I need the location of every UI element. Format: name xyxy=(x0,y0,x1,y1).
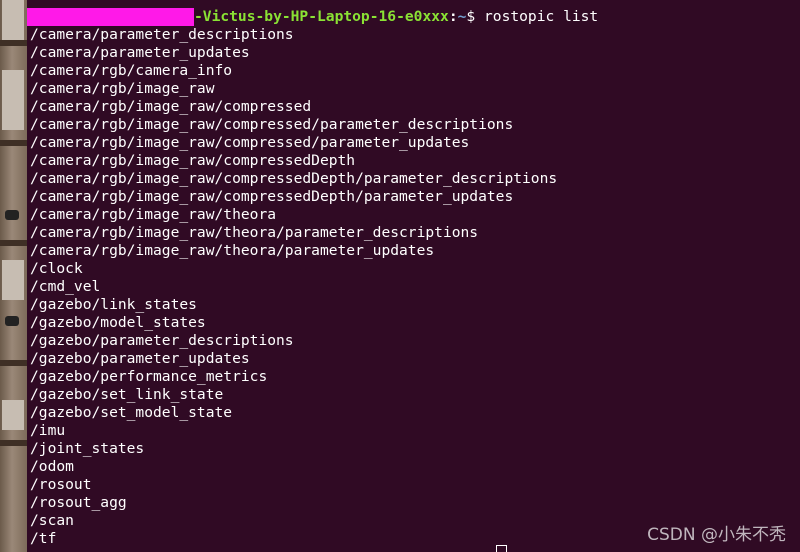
redacted-username xyxy=(27,8,194,26)
output-line: /camera/rgb/image_raw/compressedDepth xyxy=(30,152,356,169)
output-line: /camera/rgb/image_raw/theora/parameter_d… xyxy=(30,224,479,241)
prompt-line: -Victus-by-HP-Laptop-16-e0xxx:~$ rostopi… xyxy=(27,8,599,26)
terminal-cursor xyxy=(496,545,507,552)
prompt-separator: : xyxy=(448,8,458,25)
output-line: /imu xyxy=(30,422,66,439)
output-line: /camera/rgb/image_raw xyxy=(30,80,215,97)
output-line: /gazebo/model_states xyxy=(30,314,206,331)
terminal-window[interactable]: -Victus-by-HP-Laptop-16-e0xxx:~$ rostopi… xyxy=(27,0,800,552)
output-line: /camera/rgb/camera_info xyxy=(30,62,233,79)
output-line: /gazebo/link_states xyxy=(30,296,197,313)
output-line: /rosout_agg xyxy=(30,494,127,511)
output-line: /joint_states xyxy=(30,440,145,457)
output-line: /camera/rgb/image_raw/compressed xyxy=(30,98,312,115)
output-line: /camera/parameter_updates xyxy=(30,44,250,61)
prompt-symbol: $ xyxy=(466,8,476,25)
output-line: /cmd_vel xyxy=(30,278,101,295)
output-line: /camera/rgb/image_raw/compressedDepth/pa… xyxy=(30,188,514,205)
prompt-user-host: -Victus-by-HP-Laptop-16-e0xxx xyxy=(194,8,449,25)
output-line: /clock xyxy=(30,260,83,277)
output-line: /odom xyxy=(30,458,74,475)
output-line: /camera/rgb/image_raw/compressedDepth/pa… xyxy=(30,170,558,187)
output-line: /camera/parameter_descriptions xyxy=(30,26,294,43)
output-line: /camera/rgb/image_raw/compressed/paramet… xyxy=(30,116,514,133)
output-line: /gazebo/parameter_updates xyxy=(30,350,250,367)
output-line: /camera/rgb/image_raw/theora/parameter_u… xyxy=(30,242,435,259)
background-window-strip xyxy=(0,0,27,552)
prompt-command: rostopic list xyxy=(484,8,599,25)
output-line: /gazebo/performance_metrics xyxy=(30,368,268,385)
csdn-watermark: CSDN @小朱不秃 xyxy=(647,525,786,545)
output-line: /gazebo/set_link_state xyxy=(30,386,224,403)
output-line: /tf xyxy=(30,530,57,547)
output-line: /camera/rgb/image_raw/compressed/paramet… xyxy=(30,134,470,151)
output-line: /gazebo/parameter_descriptions xyxy=(30,332,294,349)
output-line: /camera/rgb/image_raw/theora xyxy=(30,206,277,223)
output-line: /rosout xyxy=(30,476,92,493)
output-line: /gazebo/set_model_state xyxy=(30,404,233,421)
output-line: /scan xyxy=(30,512,74,529)
